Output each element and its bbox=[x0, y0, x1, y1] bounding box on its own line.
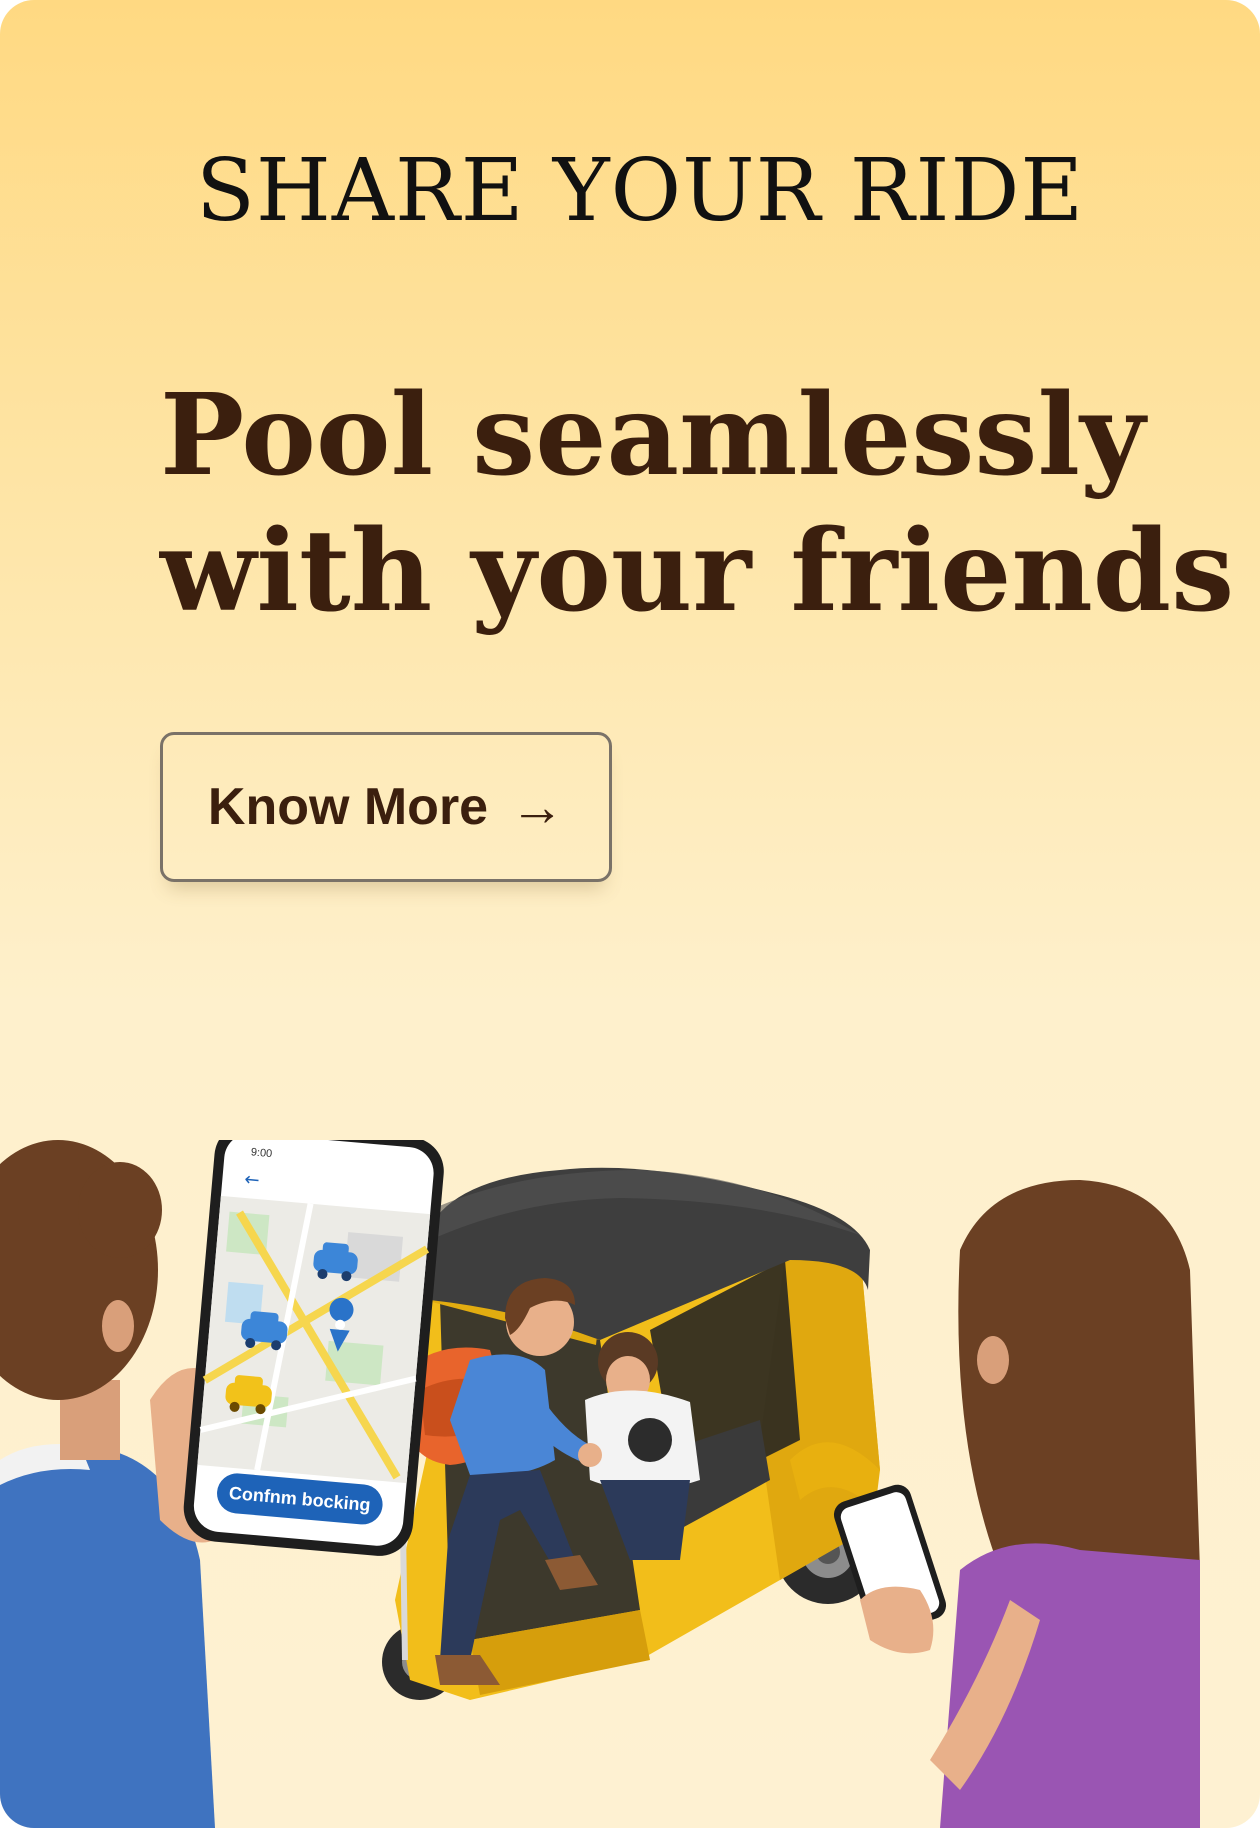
phone-with-map: 9:00 ← Confnm bocking bbox=[183, 1140, 444, 1556]
phone-back-icon: ← bbox=[244, 1169, 261, 1191]
know-more-button[interactable]: Know More → bbox=[160, 732, 612, 882]
promo-card: SHARE YOUR RIDE Pool seamlessly with your… bbox=[0, 0, 1260, 1828]
arrow-right-icon: → bbox=[510, 777, 565, 837]
eyebrow-title: SHARE YOUR RIDE bbox=[196, 141, 1085, 241]
know-more-label: Know More bbox=[207, 778, 489, 836]
phone-time: 9:00 bbox=[250, 1146, 272, 1160]
headline-line-2: with your friends bbox=[160, 506, 1235, 637]
ride-sharing-illustration: 9:00 ← Confnm bocking bbox=[0, 1140, 1200, 1828]
woman-with-phone bbox=[833, 1180, 1200, 1828]
headline-line-1: Pool seamlessly bbox=[160, 370, 1146, 501]
headline: Pool seamlessly with your friends bbox=[160, 368, 1234, 640]
